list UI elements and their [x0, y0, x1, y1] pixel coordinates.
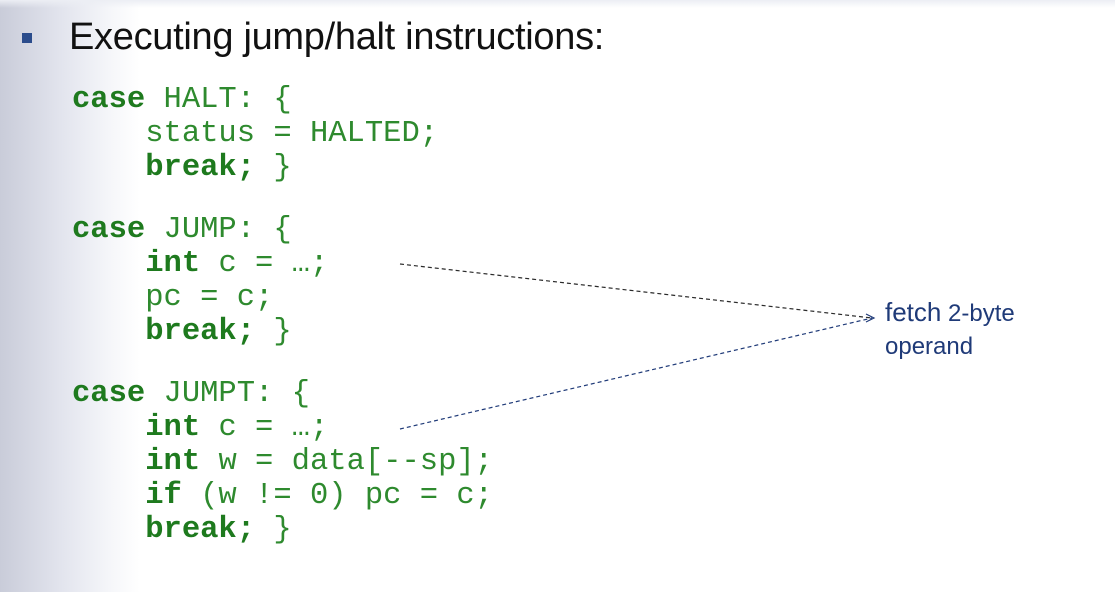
connector-line-jumpt	[399, 317, 873, 430]
annotation-line-2: operand	[885, 333, 974, 360]
annotation-line-1: fetch 2-byte	[885, 296, 1015, 330]
connector-line-jump	[399, 263, 873, 319]
annotation-word-2byte: 2-byte	[941, 300, 1015, 327]
annotation-word-fetch: fetch	[885, 297, 942, 327]
annotation-note: fetch 2-byte operand	[885, 296, 1015, 363]
